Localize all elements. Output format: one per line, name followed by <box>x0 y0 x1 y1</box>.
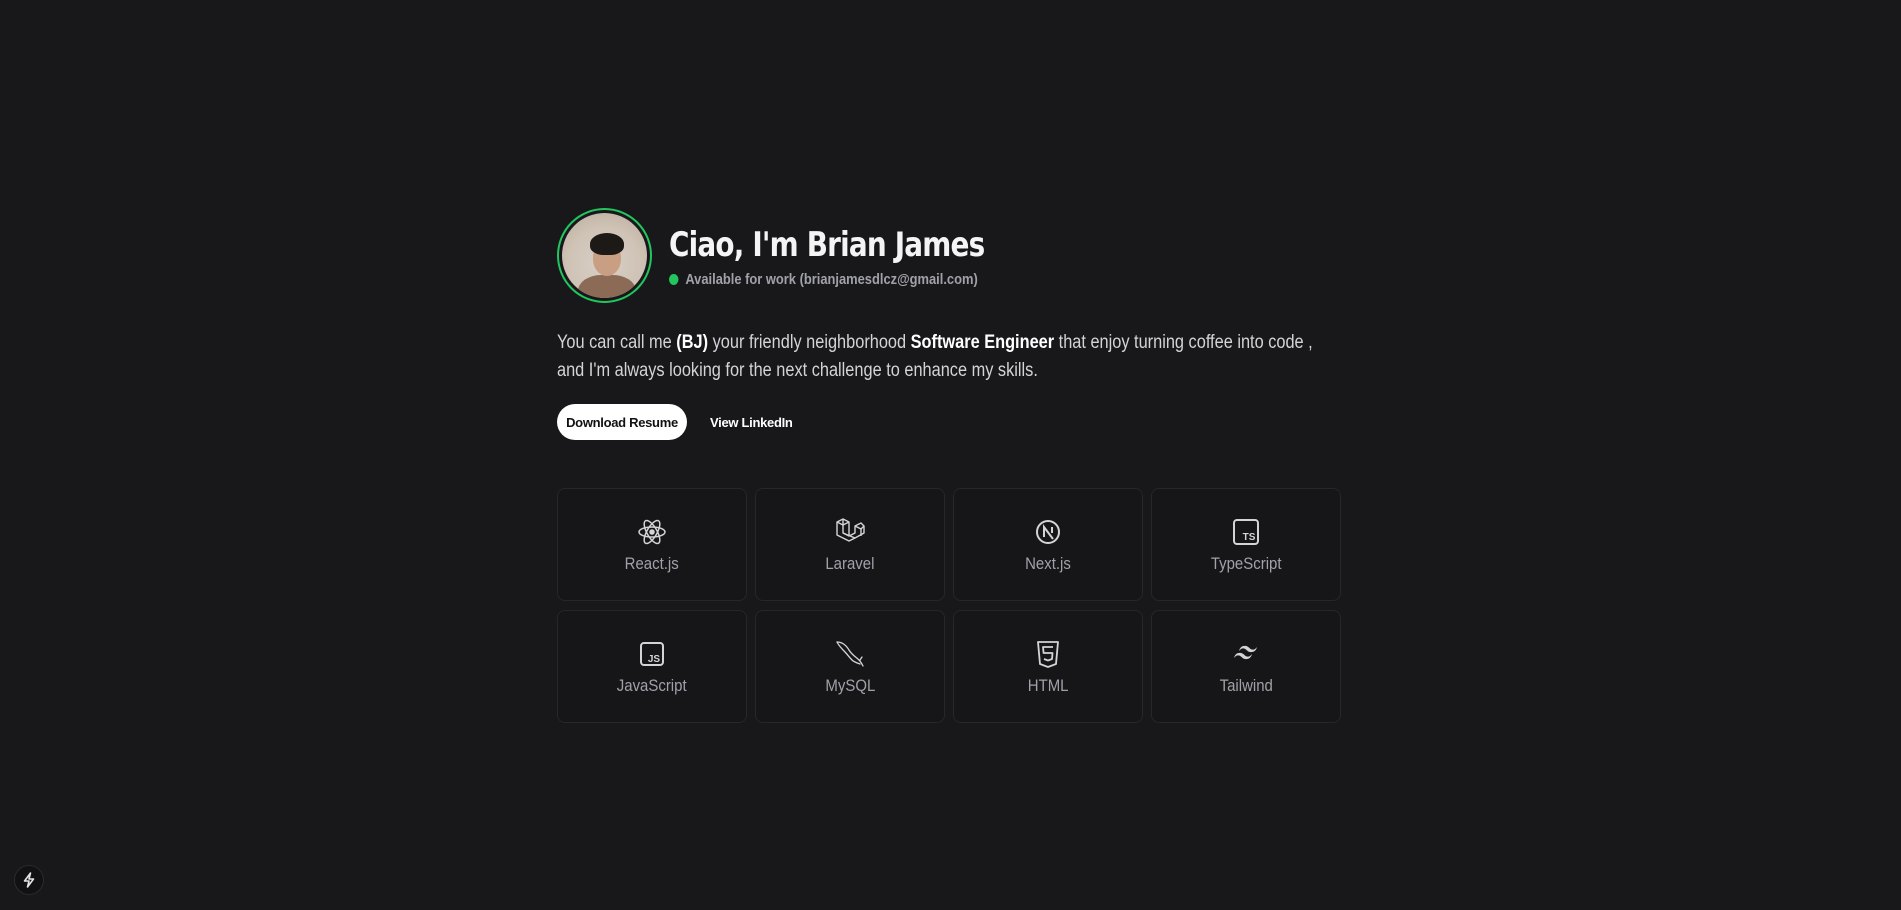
skill-card-mysql: MySQL <box>755 610 945 723</box>
floating-action-button[interactable] <box>14 865 44 895</box>
nextjs-icon <box>1032 516 1064 548</box>
skill-card-typescript: TS TypeScript <box>1151 488 1341 601</box>
html5-icon <box>1032 638 1064 670</box>
availability-text: Available for work (brianjamesdlcz@gmail… <box>685 271 978 288</box>
skill-label: React.js <box>624 553 680 573</box>
javascript-icon: JS <box>636 638 668 670</box>
avatar-photo <box>562 213 647 298</box>
tailwind-icon <box>1230 638 1262 670</box>
lightning-icon <box>23 872 35 888</box>
react-icon <box>636 516 668 548</box>
skill-card-html: HTML <box>953 610 1143 723</box>
skill-card-tailwind: Tailwind <box>1151 610 1341 723</box>
intro-role: Software Engineer <box>910 332 1055 353</box>
skill-label: Tailwind <box>1219 675 1273 695</box>
intro-text-1: You can call me <box>557 332 677 353</box>
skill-label: Laravel <box>825 553 875 573</box>
download-resume-button[interactable]: Download Resume <box>557 404 687 440</box>
skill-card-laravel: Laravel <box>755 488 945 601</box>
view-linkedin-link[interactable]: View LinkedIn <box>710 415 793 430</box>
laravel-icon <box>834 516 866 548</box>
svg-text:JS: JS <box>648 654 661 665</box>
skill-card-javascript: JS JavaScript <box>557 610 747 723</box>
mysql-icon <box>834 638 866 670</box>
hero-section: Ciao, I'm Brian James Available for work… <box>557 208 1341 723</box>
skill-label: Next.js <box>1025 553 1071 573</box>
skill-label: MySQL <box>825 675 875 695</box>
typescript-icon: TS <box>1230 516 1262 548</box>
skill-card-react: React.js <box>557 488 747 601</box>
profile-header: Ciao, I'm Brian James Available for work… <box>557 208 1341 303</box>
svg-text:TS: TS <box>1243 532 1256 543</box>
skill-label: HTML <box>1027 675 1069 695</box>
skill-label: JavaScript <box>617 675 687 695</box>
action-buttons: Download Resume View LinkedIn <box>557 404 1341 440</box>
intro-paragraph: You can call me (BJ) your friendly neigh… <box>557 329 1340 385</box>
page-title: Ciao, I'm Brian James <box>669 225 985 265</box>
skills-grid: React.js Laravel Next.js TS TypeScript J… <box>557 488 1341 723</box>
skill-label: TypeScript <box>1210 553 1282 573</box>
skill-card-nextjs: Next.js <box>953 488 1143 601</box>
intro-text-2: your friendly neighborhood <box>708 332 911 353</box>
avatar <box>557 208 652 303</box>
status-dot-icon <box>669 274 679 285</box>
title-block: Ciao, I'm Brian James Available for work… <box>669 223 1054 288</box>
availability-status: Available for work (brianjamesdlcz@gmail… <box>669 271 1000 288</box>
intro-nickname: (BJ) <box>676 332 709 353</box>
